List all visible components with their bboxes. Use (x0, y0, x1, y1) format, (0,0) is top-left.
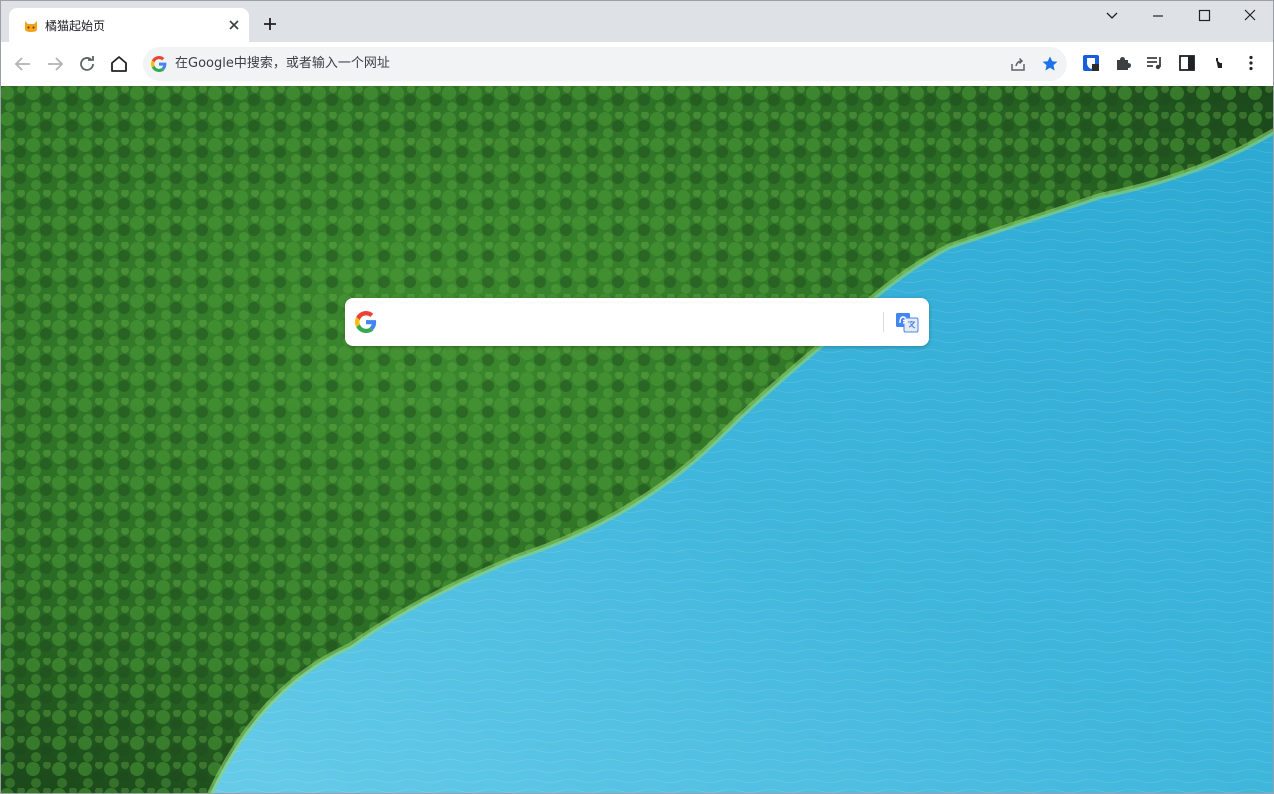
bitwarden-icon[interactable] (1081, 53, 1101, 73)
side-panel-icon[interactable] (1177, 53, 1197, 73)
address-bar[interactable]: 在Google中搜索，或者输入一个网址 (143, 47, 1067, 81)
search-divider (883, 312, 884, 332)
search-input[interactable] (387, 308, 881, 338)
tab-title: 橘猫起始页 (45, 19, 106, 33)
media-icon[interactable] (1145, 53, 1165, 73)
cat-favicon (25, 21, 37, 32)
share-icon[interactable] (1009, 55, 1027, 73)
title-bar: 橘猫起始页 (0, 0, 1274, 42)
forest-lake-wallpaper (0, 86, 1274, 794)
address-placeholder: 在Google中搜索，或者输入一个网址 (175, 56, 390, 71)
forward-icon[interactable] (44, 53, 66, 75)
puzzle-icon[interactable] (1113, 53, 1133, 73)
toolbar: 在Google中搜索，或者输入一个网址 (0, 42, 1274, 87)
close-icon[interactable] (225, 16, 243, 34)
reload-icon[interactable] (76, 53, 98, 75)
home-icon[interactable] (108, 53, 130, 75)
browser-tab[interactable]: 橘猫起始页 (9, 8, 249, 42)
google-icon (355, 311, 377, 333)
translate-icon[interactable] (895, 310, 919, 334)
menu-icon[interactable] (1241, 53, 1261, 73)
back-icon[interactable] (12, 53, 34, 75)
new-tab-page (0, 86, 1274, 794)
search-box[interactable] (345, 298, 929, 346)
profile-icon[interactable] (1209, 53, 1229, 73)
star-icon[interactable] (1041, 55, 1059, 73)
chevron-down-icon[interactable] (1100, 6, 1124, 26)
window-close-icon[interactable] (1238, 6, 1262, 26)
minimize-icon[interactable] (1146, 6, 1170, 26)
plus-icon[interactable] (260, 14, 280, 34)
google-icon (151, 56, 167, 72)
maximize-icon[interactable] (1192, 6, 1216, 26)
